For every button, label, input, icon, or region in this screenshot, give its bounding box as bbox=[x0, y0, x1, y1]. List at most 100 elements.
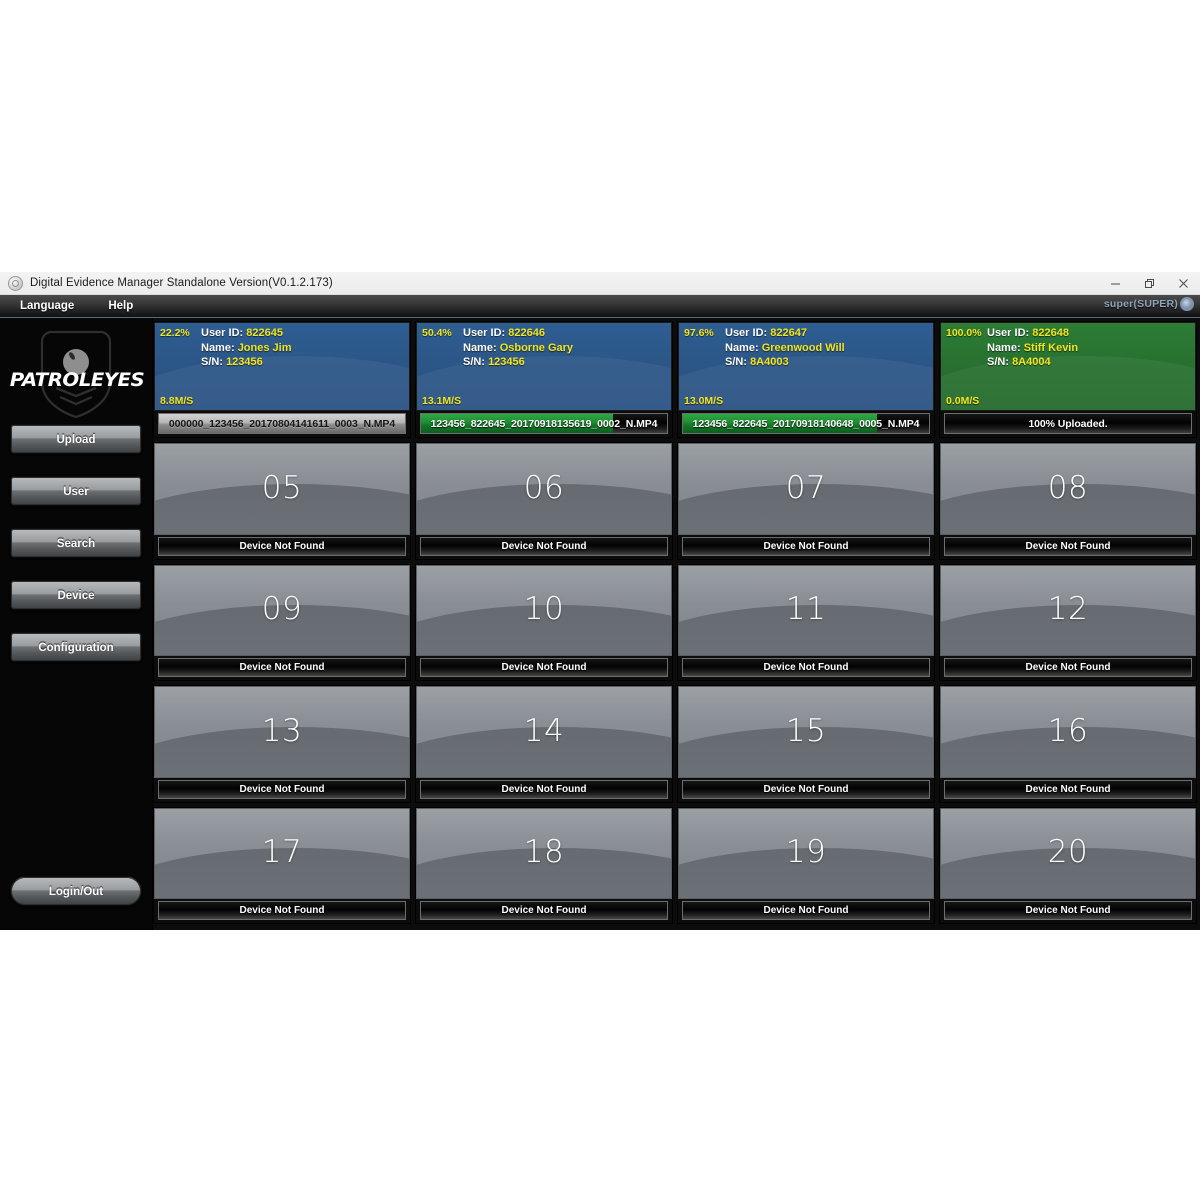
device-slot-number: 06 bbox=[523, 470, 565, 507]
device-serial-number-label: S/N: bbox=[463, 356, 489, 368]
device-cell-15[interactable]: 15 Device Not Found bbox=[677, 685, 935, 803]
device-serial-number-label: S/N: bbox=[201, 356, 227, 368]
device-officer-name-label: Name: bbox=[463, 341, 500, 354]
device-details: User ID: 822645 Name: Jones Jim S/N: 12345… bbox=[201, 326, 292, 370]
device-status-text: Device Not Found bbox=[1025, 540, 1111, 552]
device-cell-body: 13 bbox=[154, 686, 410, 778]
device-user-id-value: 822646 bbox=[508, 327, 545, 339]
current-user-label: super(SUPER) bbox=[1103, 298, 1178, 310]
device-slot-number: 10 bbox=[523, 591, 565, 628]
device-slot-number: 12 bbox=[1047, 591, 1089, 628]
device-cell-13[interactable]: 13 Device Not Found bbox=[153, 685, 411, 803]
device-user-id-label: User ID: bbox=[725, 327, 771, 339]
device-status-bar: Device Not Found bbox=[682, 779, 930, 799]
device-user-id-label: User ID: bbox=[201, 327, 247, 339]
login-logout-button[interactable]: Login/Out bbox=[10, 876, 142, 906]
device-serial-number-value: 8A4003 bbox=[750, 356, 789, 368]
device-cell-03[interactable]: 97.6% User ID: 822647 Name: Greenwood Will… bbox=[677, 321, 935, 439]
device-user-id-value: 822647 bbox=[770, 327, 807, 339]
device-status-text: Device Not Found bbox=[763, 662, 849, 674]
device-slot-number: 19 bbox=[785, 834, 827, 871]
device-status-bar: Device Not Found bbox=[682, 658, 930, 678]
device-slot-number: 11 bbox=[785, 591, 827, 628]
device-status-bar: Device Not Found bbox=[420, 536, 668, 556]
device-user-id-row: User ID: 822647 bbox=[725, 326, 845, 341]
device-user-id-value: 822648 bbox=[1032, 327, 1069, 339]
device-cell-11[interactable]: 11 Device Not Found bbox=[677, 563, 935, 682]
device-status-text: Device Not Found bbox=[501, 662, 587, 674]
device-slot-number: 13 bbox=[261, 712, 303, 749]
device-status-text: Device Not Found bbox=[1025, 905, 1111, 916]
upload-progress-bar: 123456_822645_20170918140648_0005_N.MP4 bbox=[682, 413, 930, 435]
device-cell-body: 11 bbox=[678, 564, 934, 657]
device-serial-number-row: S/N: 123456 bbox=[463, 355, 573, 370]
device-serial-number-value: 123456 bbox=[488, 356, 525, 368]
device-cell-16[interactable]: 16 Device Not Found bbox=[939, 685, 1197, 803]
device-details: User ID: 822646 Name: Osborne Gary S/N: 12… bbox=[463, 326, 573, 370]
window-controls bbox=[1098, 272, 1200, 294]
device-grid: 22.2% User ID: 822645 Name: Jones Jim S/N: … bbox=[153, 318, 1200, 930]
current-user-badge[interactable]: super(SUPER) bbox=[1104, 297, 1194, 311]
device-status-bar: Device Not Found bbox=[682, 536, 930, 556]
device-slot-number: 20 bbox=[1047, 834, 1089, 871]
upload-progress-bar: 000000_123456_20170804141611_0003_N.MP4 bbox=[158, 413, 406, 435]
device-cell-01[interactable]: 22.2% User ID: 822645 Name: Jones Jim S/N: … bbox=[153, 321, 411, 439]
device-cell-18[interactable]: 18 Device Not Found bbox=[415, 806, 673, 924]
device-status-text: Device Not Found bbox=[763, 540, 849, 552]
device-cell-body: 06 bbox=[416, 443, 672, 535]
upload-progress-bar: 100% Uploaded. bbox=[944, 413, 1192, 435]
close-icon[interactable] bbox=[1166, 272, 1200, 294]
device-cell-14[interactable]: 14 Device Not Found bbox=[415, 685, 673, 803]
minimize-icon[interactable] bbox=[1098, 272, 1132, 294]
upload-status-text: 123456_822645_20170918140648_0005_N.MP4 bbox=[692, 417, 920, 430]
device-status-text: Device Not Found bbox=[763, 783, 849, 795]
device-status-bar: Device Not Found bbox=[158, 536, 406, 556]
device-status-text: Device Not Found bbox=[501, 540, 587, 552]
device-cell-02[interactable]: 50.4% User ID: 822646 Name: Osborne Gary S/… bbox=[415, 321, 673, 439]
device-status-text: Device Not Found bbox=[239, 783, 325, 795]
device-cell-body: 15 bbox=[678, 686, 934, 778]
device-info-panel: 97.6% User ID: 822647 Name: Greenwood Will… bbox=[678, 322, 934, 412]
device-cell-12[interactable]: 12 Device Not Found bbox=[939, 563, 1197, 682]
sidebar-button-user[interactable]: User bbox=[10, 476, 142, 506]
menu-item-language[interactable]: Language bbox=[6, 295, 88, 317]
sidebar-button-device[interactable]: Device bbox=[10, 580, 142, 610]
device-cell-05[interactable]: 05 Device Not Found bbox=[153, 442, 411, 560]
window-title: Digital Evidence Manager Standalone Vers… bbox=[30, 277, 333, 289]
device-user-id-value: 822645 bbox=[246, 327, 283, 339]
device-cell-17[interactable]: 17 Device Not Found bbox=[153, 806, 411, 924]
device-officer-name-value: Osborne Gary bbox=[499, 341, 574, 354]
device-cell-20[interactable]: 20 Device Not Found bbox=[939, 806, 1197, 924]
device-status-bar: Device Not Found bbox=[944, 779, 1192, 799]
device-cell-09[interactable]: 09 Device Not Found bbox=[153, 563, 411, 682]
device-cell-04[interactable]: 100.0% User ID: 822648 Name: Stiff Kevin S/… bbox=[939, 321, 1197, 439]
device-status-bar: Device Not Found bbox=[420, 901, 668, 920]
transfer-speed: 0.0M/S bbox=[946, 395, 980, 408]
device-serial-number-row: S/N: 123456 bbox=[201, 355, 292, 370]
device-cell-06[interactable]: 06 Device Not Found bbox=[415, 442, 673, 560]
device-officer-name-row: Name: Osborne Gary bbox=[463, 341, 573, 356]
device-cell-body: 17 bbox=[154, 807, 410, 899]
device-cell-19[interactable]: 19 Device Not Found bbox=[677, 806, 935, 924]
device-user-id-row: User ID: 822645 bbox=[201, 326, 292, 341]
sidebar-button-upload[interactable]: Upload bbox=[10, 424, 142, 454]
menu-item-help[interactable]: Help bbox=[94, 295, 147, 317]
device-status-bar: Device Not Found bbox=[944, 658, 1192, 678]
device-cell-body: 12 bbox=[940, 564, 1196, 657]
sidebar-button-search[interactable]: Search bbox=[10, 528, 142, 558]
application-window: Digital Evidence Manager Standalone Vers… bbox=[0, 272, 1200, 930]
device-cell-07[interactable]: 07 Device Not Found bbox=[677, 442, 935, 560]
device-user-id-label: User ID: bbox=[463, 327, 509, 339]
sidebar-button-configuration[interactable]: Configuration bbox=[10, 632, 142, 662]
menu-bar: Language Help super(SUPER) bbox=[0, 295, 1200, 318]
device-cell-08[interactable]: 08 Device Not Found bbox=[939, 442, 1197, 560]
upload-percent: 50.4% bbox=[422, 327, 452, 339]
transfer-speed: 13.1M/S bbox=[422, 395, 462, 408]
device-serial-number-label: S/N: bbox=[725, 356, 751, 368]
device-serial-number-value: 8A4004 bbox=[1012, 356, 1051, 368]
device-cell-body: 19 bbox=[678, 807, 934, 899]
device-status-bar: Device Not Found bbox=[682, 901, 930, 920]
device-cell-10[interactable]: 10 Device Not Found bbox=[415, 563, 673, 682]
upload-percent: 100.0% bbox=[946, 327, 982, 339]
restore-icon[interactable] bbox=[1132, 272, 1166, 294]
